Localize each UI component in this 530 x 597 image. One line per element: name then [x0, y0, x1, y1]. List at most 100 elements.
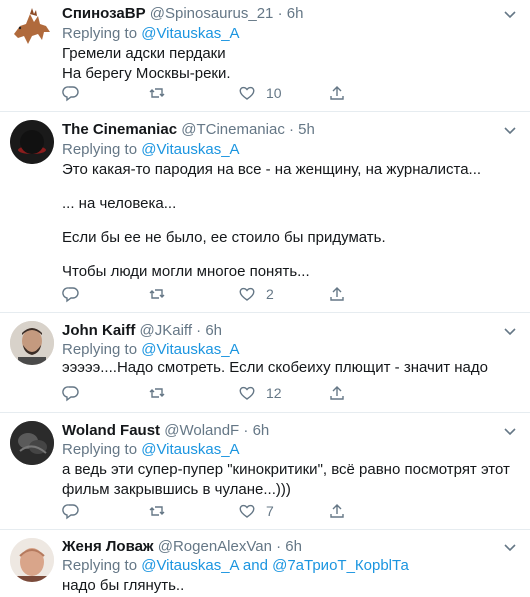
tweet-header: СпинозаВР @Spinosaurus_21 · 6h: [62, 4, 303, 24]
chevron-down-icon[interactable]: [502, 539, 518, 555]
retweet-icon: [149, 388, 165, 398]
like-icon: [239, 86, 255, 100]
replying-to: Replying to @Vitauskas_A: [62, 24, 240, 44]
mention-link[interactable]: @Vitauskas_A: [141, 25, 239, 42]
separator-dot: ·: [288, 121, 294, 138]
timestamp[interactable]: 5h: [298, 121, 315, 138]
tweet-text: надо бы глянуть..: [62, 576, 517, 596]
display-name[interactable]: John Kaiff: [62, 322, 135, 339]
like-count: 12: [266, 385, 282, 401]
tweet-header: John Kaiff @JKaiff · 6h: [62, 321, 222, 341]
tweet-card[interactable]: СпинозаВР @Spinosaurus_21 · 6h Replying …: [0, 0, 530, 112]
avatar[interactable]: [10, 538, 54, 582]
share-icon: [330, 287, 344, 301]
separator-dot: ·: [277, 5, 283, 22]
reply-icon: [62, 504, 79, 520]
like-button[interactable]: 10: [238, 83, 282, 103]
reply-button[interactable]: [62, 501, 80, 521]
share-button[interactable]: [328, 83, 346, 103]
retweet-icon: [149, 88, 165, 98]
share-button[interactable]: [328, 501, 346, 521]
tweet-line: Это какая-то пародия на все - на женщину…: [62, 161, 482, 178]
avatar[interactable]: [10, 120, 54, 164]
replying-to: Replying to @Vitauskas_A: [62, 440, 240, 460]
tweet-card[interactable]: The Cinemaniac @TCinemaniac · 5h Replyin…: [0, 112, 530, 313]
mention-link[interactable]: @7аТриоТ_КорblТа: [272, 557, 409, 574]
retweet-button[interactable]: [148, 83, 166, 103]
replying-to-label: Replying to: [62, 141, 138, 158]
user-handle[interactable]: @Spinosaurus_21: [150, 5, 274, 22]
retweet-button[interactable]: [148, 501, 166, 521]
tweet-line: фильм закрывшись в чулане...))): [62, 481, 291, 498]
share-button[interactable]: [328, 284, 346, 304]
tweet-card[interactable]: John Kaiff @JKaiff · 6h Replying to @Vit…: [0, 313, 530, 413]
tweet-header: Woland Faust @WolandF · 6h: [62, 421, 269, 441]
replying-to: Replying to @Vitauskas_A: [62, 340, 240, 360]
user-handle[interactable]: @RogenAlexVan: [158, 538, 272, 555]
display-name[interactable]: СпинозаВР: [62, 5, 146, 22]
chevron-down-icon[interactable]: [502, 423, 518, 439]
timestamp[interactable]: 6h: [285, 538, 302, 555]
timestamp[interactable]: 6h: [205, 322, 222, 339]
timestamp[interactable]: 6h: [287, 5, 304, 22]
avatar[interactable]: [10, 321, 54, 365]
tweet-text: Это какая-то пародия на все - на женщину…: [62, 161, 517, 280]
share-icon: [330, 86, 344, 100]
tweet-text: эээээ....Надо смотреть. Если скобеиху пл…: [62, 358, 517, 378]
like-button[interactable]: 12: [238, 383, 282, 403]
tweet-actions: 2: [62, 284, 352, 304]
like-button[interactable]: 7: [238, 501, 274, 521]
display-name[interactable]: Woland Faust: [62, 422, 160, 439]
tweet-line: надо бы глянуть..: [62, 577, 185, 594]
chevron-down-icon[interactable]: [502, 323, 518, 339]
display-name[interactable]: The Cinemaniac: [62, 121, 177, 138]
tweet-line: Гремели адски пердаки: [62, 45, 226, 62]
tweet-card[interactable]: Женя Ловаж @RogenAlexVan · 6h Replying t…: [0, 530, 530, 597]
tweet-line: Если бы ее не было, ее стоило бы придума…: [62, 229, 386, 246]
tweet-line: [62, 212, 517, 229]
mention-link[interactable]: @Vitauskas_A: [141, 441, 239, 458]
like-icon: [239, 287, 255, 301]
like-count: 10: [266, 85, 282, 101]
reply-button[interactable]: [62, 284, 80, 304]
tweet-line: [62, 178, 517, 195]
user-handle[interactable]: @WolandF: [164, 422, 239, 439]
tweet-line: ... на человека...: [62, 195, 177, 212]
replying-to-label: Replying to: [62, 25, 138, 42]
mention-link[interactable]: @Vitauskas_A: [141, 557, 239, 574]
mention-link[interactable]: @Vitauskas_A: [141, 341, 239, 358]
reply-button[interactable]: [62, 83, 80, 103]
tweet-actions: 10: [62, 83, 352, 103]
tweet-card[interactable]: Woland Faust @WolandF · 6h Replying to @…: [0, 413, 530, 530]
retweet-button[interactable]: [148, 383, 166, 403]
tweet-text: а ведь эти супер-пупер "кинокритики", вс…: [62, 460, 517, 500]
tweet-line: Чтобы люди могли многое понять...: [62, 263, 310, 280]
reply-icon: [62, 287, 79, 303]
tweet-text: Гремели адски пердаки На берегу Москвы-р…: [62, 44, 517, 84]
user-handle[interactable]: @TCinemaniac: [181, 121, 285, 138]
tweet-actions: 7: [62, 501, 352, 521]
separator-dot: ·: [276, 538, 282, 555]
like-count: 2: [266, 286, 274, 302]
retweet-button[interactable]: [148, 284, 166, 304]
chevron-down-icon[interactable]: [502, 6, 518, 22]
avatar[interactable]: [10, 421, 54, 465]
timestamp[interactable]: 6h: [253, 422, 270, 439]
mention-link[interactable]: @Vitauskas_A: [141, 141, 239, 158]
tweet-header: Женя Ловаж @RogenAlexVan · 6h: [62, 537, 302, 557]
chevron-down-icon[interactable]: [502, 122, 518, 138]
avatar[interactable]: [10, 4, 54, 48]
share-icon: [330, 386, 344, 400]
like-button[interactable]: 2: [238, 284, 274, 304]
user-handle[interactable]: @JKaiff: [140, 322, 192, 339]
display-name[interactable]: Женя Ловаж: [62, 538, 154, 555]
like-icon: [239, 386, 255, 400]
reply-icon: [62, 386, 79, 402]
replying-to-label: Replying to: [62, 557, 138, 574]
share-button[interactable]: [328, 383, 346, 403]
reply-button[interactable]: [62, 383, 80, 403]
reply-icon: [62, 86, 79, 102]
tweet-line: [62, 246, 517, 263]
replying-to: Replying to @Vitauskas_A: [62, 140, 240, 160]
replying-to-label: Replying to: [62, 341, 138, 358]
